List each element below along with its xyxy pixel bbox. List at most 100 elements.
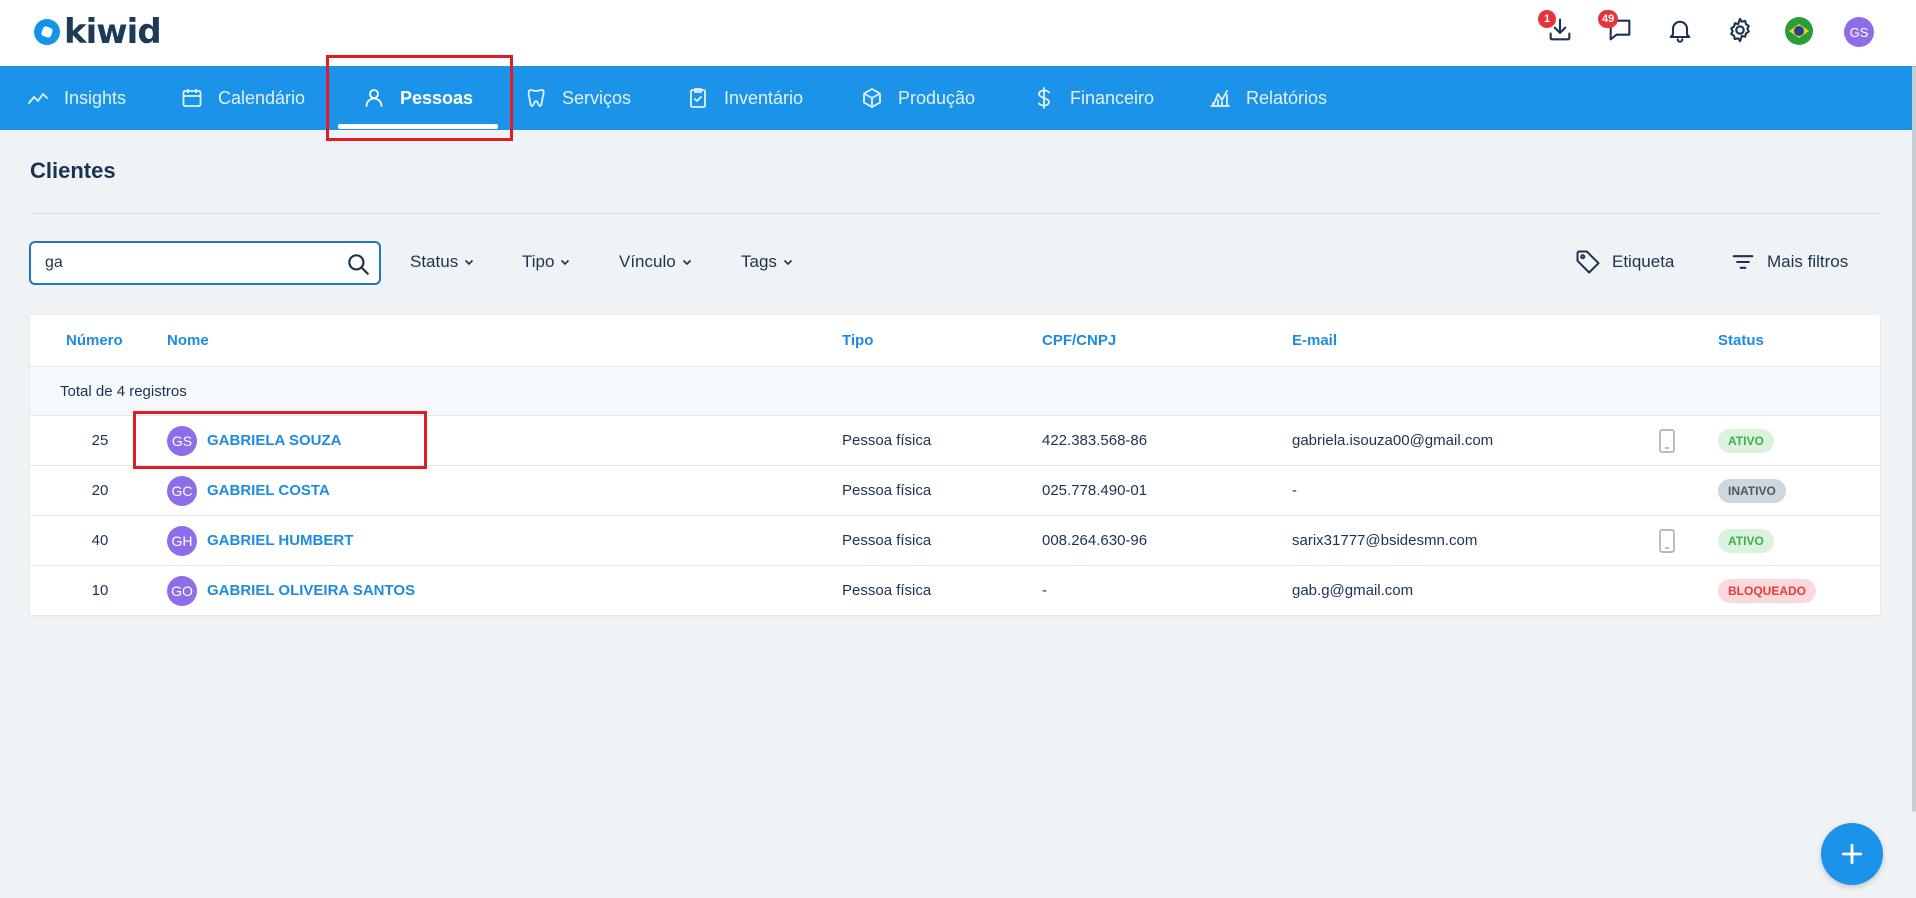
- chart-line-icon: [28, 93, 48, 104]
- row-cpf: 422.383.568-86: [1042, 432, 1148, 449]
- table-row[interactable]: 40 GH GABRIEL HUMBERT Pessoa física 008.…: [30, 516, 1880, 566]
- settings-button[interactable]: [1724, 14, 1756, 46]
- row-email: gab.g@gmail.com: [1292, 582, 1414, 599]
- vinculo-filter-label: Vínculo: [619, 252, 676, 271]
- row-number: 20: [91, 482, 109, 499]
- plus-icon: [1841, 843, 1863, 865]
- page-title: Clientes: [30, 158, 116, 183]
- client-name-link[interactable]: GABRIELA SOUZA: [207, 432, 341, 449]
- mais-filtros-label: Mais filtros: [1767, 252, 1849, 271]
- divider: [30, 213, 1880, 214]
- row-tipo: Pessoa física: [842, 482, 932, 499]
- nav-item-label: Calendário: [218, 87, 306, 108]
- total-records-label: Total de 4 registros: [60, 383, 187, 400]
- filter-lines-icon: [1732, 255, 1754, 269]
- row-cpf: 008.264.630-96: [1042, 532, 1148, 549]
- status-badge: ATIVO: [1718, 529, 1774, 553]
- active-tab-indicator: [338, 124, 498, 129]
- person-icon: [365, 89, 383, 107]
- client-name-link[interactable]: GABRIEL HUMBERT: [207, 532, 353, 549]
- nav-item-calendario[interactable]: Calendário: [180, 66, 305, 130]
- nav-item-label: Relatórios: [1246, 87, 1328, 108]
- box-icon: [863, 88, 881, 108]
- download-badge: 1: [1538, 10, 1556, 28]
- chevron-down-icon: [783, 259, 792, 266]
- status-filter-label: Status: [410, 252, 459, 271]
- logo-mark-icon: [34, 19, 60, 45]
- table-row[interactable]: 10 GO GABRIEL OLIVEIRA SANTOS Pessoa fís…: [30, 566, 1880, 616]
- nav-item-servicos[interactable]: Serviços: [524, 66, 631, 130]
- messages-button[interactable]: 49: [1598, 10, 1636, 46]
- nav-item-label: Serviços: [562, 87, 632, 108]
- nav-item-label: Insights: [64, 87, 127, 108]
- bell-icon: [1669, 20, 1691, 43]
- nav-item-label: Pessoas: [400, 87, 474, 108]
- avatar: GO: [167, 576, 197, 606]
- nav-item-pessoas[interactable]: Pessoas: [362, 66, 473, 130]
- phone-icon: [1659, 529, 1675, 553]
- nav-item-insights[interactable]: Insights: [26, 66, 126, 130]
- gear-icon: [1730, 17, 1750, 43]
- column-header-status[interactable]: Status: [1718, 332, 1764, 349]
- column-header-tipo[interactable]: Tipo: [842, 332, 873, 349]
- page-scrollbar[interactable]: [1912, 66, 1916, 812]
- nav-item-inventario[interactable]: Inventário: [686, 66, 803, 130]
- notifications-button[interactable]: [1664, 14, 1696, 46]
- row-email: -: [1292, 482, 1297, 499]
- etiqueta-label: Etiqueta: [1612, 252, 1675, 271]
- kiwid-logo[interactable]: kiwid: [34, 12, 162, 52]
- download-button[interactable]: 1: [1538, 10, 1576, 46]
- search-icon[interactable]: [345, 251, 371, 277]
- add-client-button[interactable]: [1821, 823, 1883, 885]
- status-filter-dropdown[interactable]: Status: [410, 252, 475, 272]
- avatar: GH: [167, 526, 197, 556]
- column-header-cpf-cnpj: CPF/CNPJ: [1042, 332, 1117, 349]
- chevron-down-icon: [465, 259, 474, 266]
- row-email: sarix31777@bsidesmn.com: [1292, 532, 1478, 549]
- row-tipo: Pessoa física: [842, 532, 932, 549]
- logo-text: kiwid: [64, 12, 162, 52]
- calendar-icon: [182, 89, 202, 107]
- nav-item-financeiro[interactable]: Financeiro: [1032, 66, 1154, 130]
- vinculo-filter-dropdown[interactable]: Vínculo: [619, 252, 693, 272]
- avatar: GS: [167, 426, 197, 456]
- tags-filter-label: Tags: [741, 252, 777, 271]
- messages-badge: 49: [1598, 10, 1619, 28]
- row-cpf: -: [1042, 582, 1047, 599]
- report-icon: [1210, 90, 1230, 107]
- row-email: gabriela.isouza00@gmail.com: [1292, 432, 1494, 449]
- row-number: 10: [91, 582, 109, 599]
- nav-item-relatorios[interactable]: Relatórios: [1208, 66, 1327, 130]
- column-header-email: E-mail: [1292, 332, 1338, 349]
- row-number: 25: [91, 432, 109, 449]
- client-name-link[interactable]: GABRIEL OLIVEIRA SANTOS: [207, 582, 415, 599]
- brazil-flag-icon[interactable]: [1785, 17, 1813, 45]
- column-header-nome[interactable]: Nome: [167, 332, 209, 349]
- row-tipo: Pessoa física: [842, 432, 932, 449]
- status-badge: INATIVO: [1718, 479, 1786, 503]
- tooth-icon: [527, 89, 545, 107]
- status-badge: ATIVO: [1718, 429, 1774, 453]
- row-tipo: Pessoa física: [842, 582, 932, 599]
- mais-filtros-button[interactable]: Mais filtros: [1729, 248, 1848, 276]
- client-name-link[interactable]: GABRIEL COSTA: [207, 482, 330, 499]
- clients-table: Número Nome Tipo CPF/CNPJ E-mail Status …: [30, 315, 1880, 615]
- user-avatar[interactable]: GS: [1844, 17, 1874, 47]
- column-header-numero[interactable]: Número: [66, 332, 123, 349]
- nav-item-label: Inventário: [724, 87, 804, 108]
- tipo-filter-dropdown[interactable]: Tipo: [522, 252, 571, 272]
- clipboard-check-icon: [690, 88, 706, 108]
- status-badge: BLOQUEADO: [1718, 579, 1816, 603]
- etiqueta-button[interactable]: Etiqueta: [1574, 248, 1674, 276]
- nav-item-label: Produção: [898, 87, 976, 108]
- tags-filter-dropdown[interactable]: Tags: [741, 252, 794, 272]
- search-input[interactable]: [45, 252, 335, 274]
- table-row[interactable]: 20 GC GABRIEL COSTA Pessoa física 025.77…: [30, 466, 1880, 516]
- top-bar: kiwid 1 49 GS: [0, 0, 1916, 66]
- row-number: 40: [91, 532, 109, 549]
- table-row[interactable]: 25 GS GABRIELA SOUZA Pessoa física 422.3…: [30, 416, 1880, 466]
- tipo-filter-label: Tipo: [522, 252, 555, 271]
- dollar-icon: [1038, 87, 1050, 109]
- row-cpf: 025.778.490-01: [1042, 482, 1148, 499]
- nav-item-producao[interactable]: Produção: [860, 66, 975, 130]
